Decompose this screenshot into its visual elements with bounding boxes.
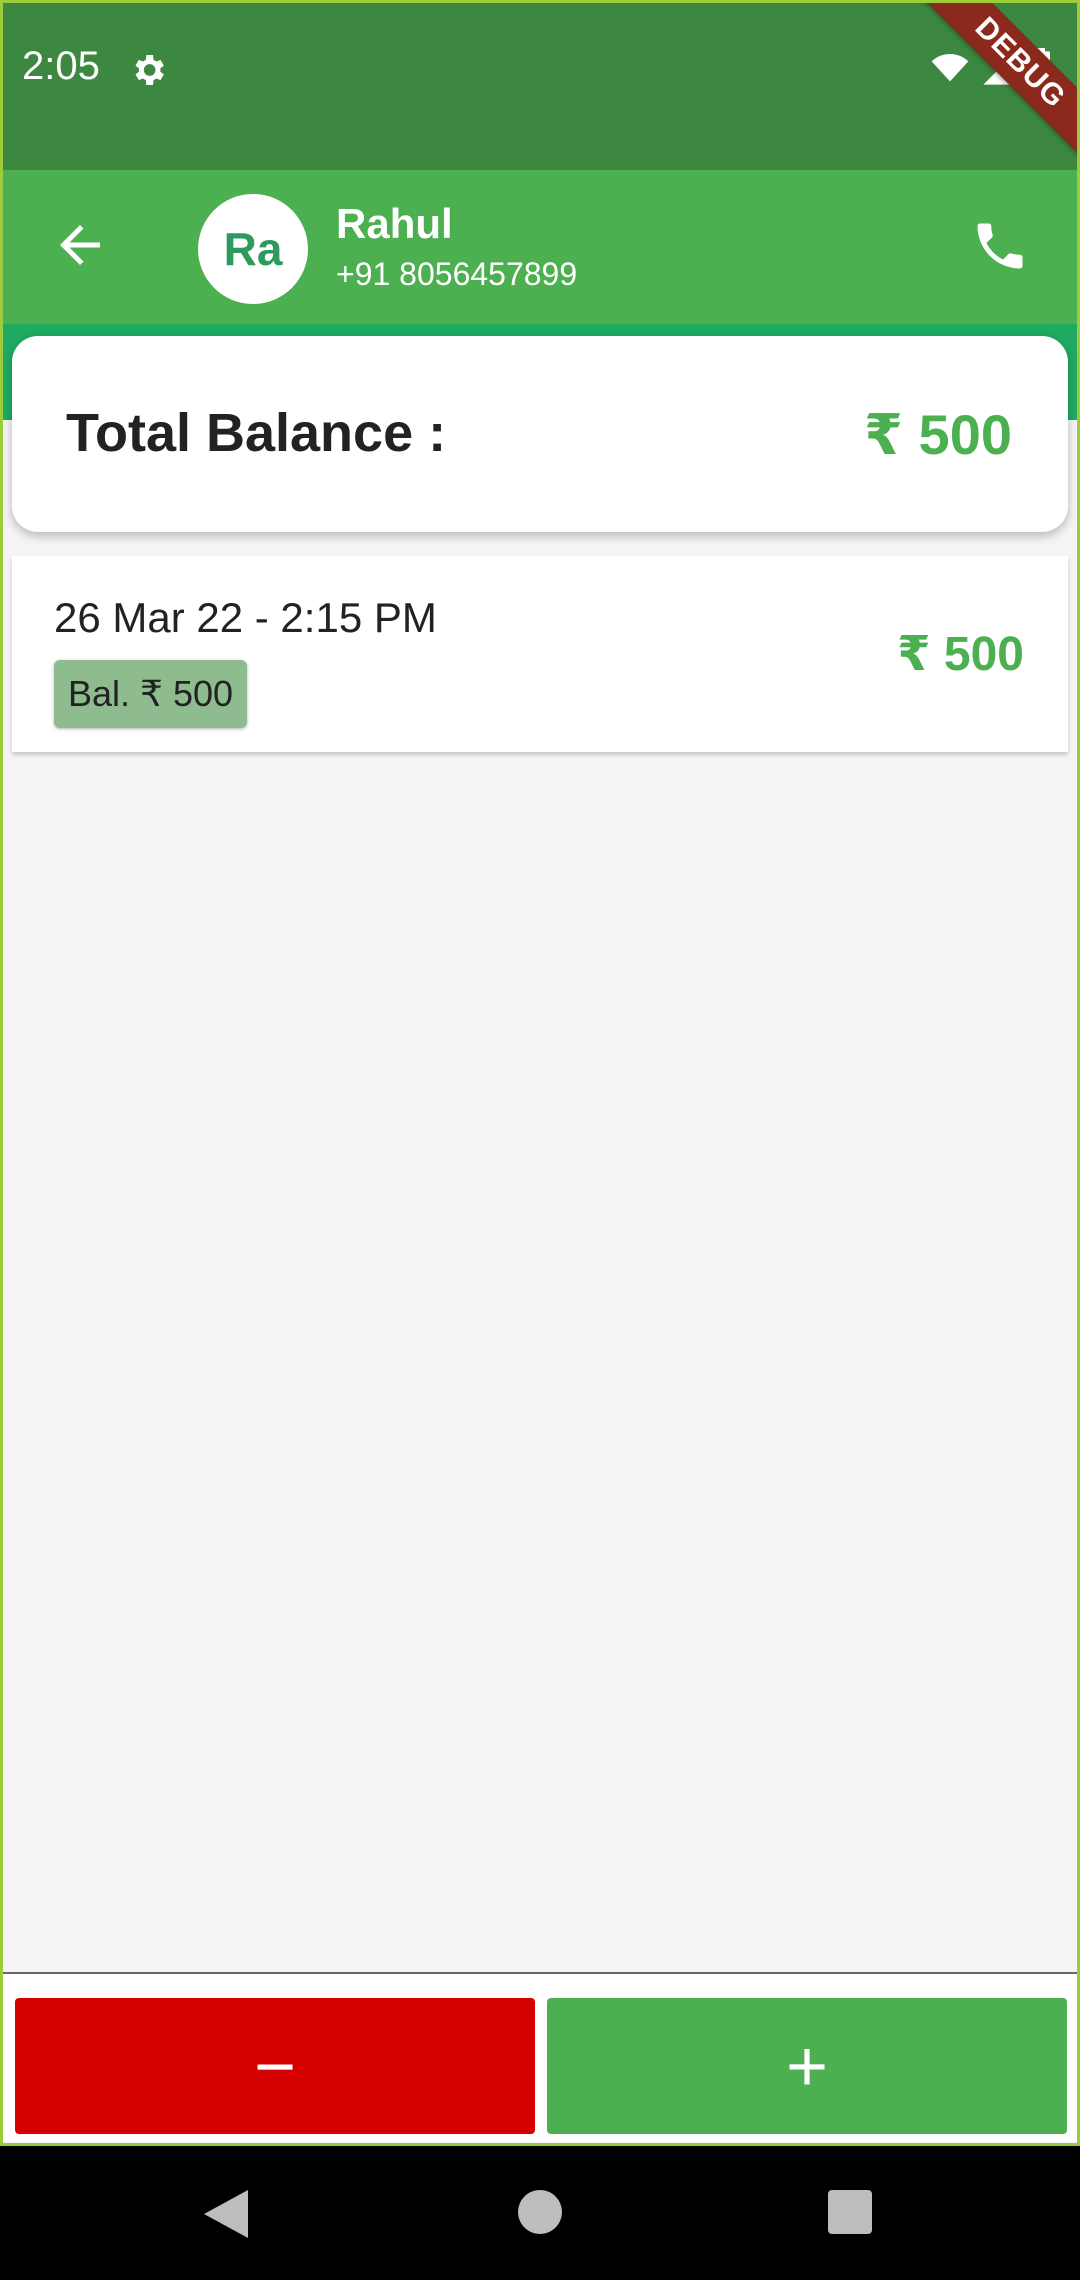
status-bar: 2:05 DEBUG <box>0 0 1080 172</box>
status-time: 2:05 <box>22 44 100 88</box>
transaction-balance-badge: Bal. ₹ 500 <box>54 660 248 728</box>
subtract-button[interactable]: − <box>15 1998 535 2134</box>
system-nav-bar <box>0 2146 1080 2280</box>
add-button[interactable]: + <box>547 1998 1067 2134</box>
avatar: Ra <box>198 194 308 304</box>
app-bar: Ra Rahul +91 8056457899 <box>0 170 1080 324</box>
transaction-date: 26 Mar 22 - 2:15 PM <box>54 594 437 641</box>
contact-phone: +91 8056457899 <box>336 256 578 292</box>
action-bar: − + <box>3 1972 1077 2142</box>
nav-home-icon[interactable] <box>518 2190 562 2234</box>
settings-gear-icon <box>135 55 164 85</box>
total-balance-value: ₹ 500 <box>864 403 1012 466</box>
phone-icon[interactable] <box>970 216 1030 276</box>
wifi-icon <box>931 54 969 82</box>
total-balance-label: Total Balance : <box>66 403 447 463</box>
nav-back-icon[interactable] <box>204 2190 248 2238</box>
transaction-row[interactable]: 26 Mar 22 - 2:15 PM Bal. ₹ 500 ₹ 500 <box>12 556 1068 752</box>
transaction-amount: ₹ 500 <box>897 628 1024 681</box>
nav-recents-icon[interactable] <box>828 2190 872 2234</box>
total-balance-card: Total Balance : ₹ 500 <box>12 336 1068 532</box>
back-arrow-icon[interactable] <box>50 215 110 275</box>
contact-name: Rahul <box>336 200 453 247</box>
